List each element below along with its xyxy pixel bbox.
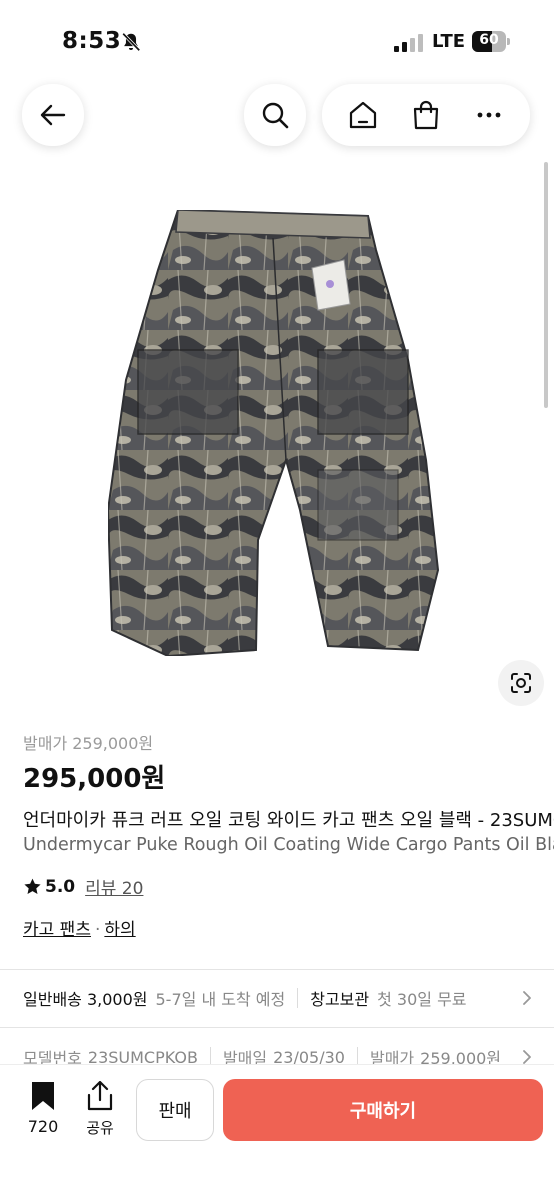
back-button[interactable]	[22, 84, 84, 146]
battery-percent: 60	[479, 32, 499, 48]
reviews-link[interactable]: 리뷰 20	[85, 874, 143, 899]
category-link-bottoms[interactable]: 하의	[104, 920, 135, 940]
more-dots-icon	[477, 112, 501, 118]
shipping-eta: 5-7일 내 도착 예정	[155, 990, 286, 1009]
header-actions	[322, 84, 530, 146]
network-type: LTE	[432, 31, 466, 52]
search-button[interactable]	[244, 84, 306, 146]
more-button[interactable]	[464, 90, 514, 140]
rating-row: 5.0 리뷰 20	[23, 874, 143, 899]
bookmark-icon	[32, 1082, 54, 1110]
chevron-right-icon	[520, 1050, 534, 1064]
shopping-bag-icon	[413, 100, 439, 130]
product-title-english: Undermycar Puke Rough Oil Coating Wide C…	[23, 835, 554, 855]
bottom-action-bar: 720 공유 판매 구매하기	[0, 1064, 554, 1200]
category-breadcrumb: 카고 팬츠 · 하의	[23, 915, 136, 940]
arrow-left-icon	[40, 104, 66, 126]
price: 295,000원	[23, 764, 166, 794]
release-price: 발매가 259,000원	[23, 734, 154, 753]
battery-indicator: 60	[472, 31, 510, 52]
star-icon	[24, 878, 41, 894]
shipping-row[interactable]: 일반배송 3,000원 5-7일 내 도착 예정 창고보관 첫 30일 무료	[0, 969, 554, 1027]
shipping-label: 일반배송 3,000원	[23, 990, 148, 1009]
storage-detail: 첫 30일 무료	[377, 990, 467, 1009]
product-title-korean: 언더마이카 퓨크 러프 오일 코팅 와이드 카고 팬츠 오일 블랙 - 23SU…	[23, 810, 554, 831]
signal-icon	[394, 34, 423, 52]
sell-button[interactable]: 판매	[136, 1079, 214, 1141]
product-image-area[interactable]	[0, 76, 554, 716]
scroll-indicator	[544, 162, 548, 408]
home-icon	[350, 101, 377, 129]
home-button[interactable]	[338, 90, 388, 140]
separator	[297, 988, 299, 1008]
share-button[interactable]: 공유	[80, 1080, 120, 1151]
category-link-cargo-pants[interactable]: 카고 팬츠	[23, 920, 91, 940]
status-bar: 8:53 LTE 60	[0, 0, 554, 76]
status-time: 8:53	[62, 28, 122, 54]
share-label: 공유	[86, 1119, 114, 1137]
category-separator: ·	[94, 920, 101, 940]
rating-value: 5.0	[45, 876, 76, 897]
bookmark-button[interactable]: 720	[22, 1081, 64, 1151]
buy-button[interactable]: 구매하기	[223, 1079, 543, 1141]
bookmark-count: 720	[27, 1117, 59, 1136]
camera-lens-icon	[511, 673, 531, 693]
storage-label: 창고보관	[310, 990, 370, 1009]
share-icon	[87, 1080, 113, 1111]
search-icon	[262, 102, 289, 129]
bell-off-icon	[122, 32, 141, 52]
image-search-button[interactable]	[498, 660, 544, 706]
chevron-right-icon	[523, 991, 531, 1005]
product-image[interactable]	[108, 210, 442, 656]
shop-button[interactable]	[401, 90, 451, 140]
